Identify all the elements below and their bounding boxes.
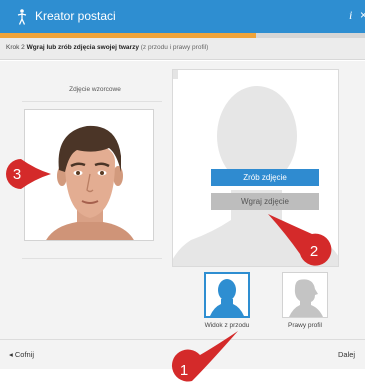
- upload-photo-button[interactable]: Wgraj zdjęcie: [211, 193, 319, 210]
- step-bar: Krok 2 Wgraj lub zrób zdjęcia swojej twa…: [0, 38, 365, 60]
- frame-corner-marker: [173, 70, 178, 79]
- reference-photo-label: Zdjęcie wzorcowe: [69, 86, 121, 93]
- callout-number-1: 1: [180, 362, 188, 379]
- step-number: Krok 2: [6, 44, 25, 51]
- back-button[interactable]: ◂ Cofnij: [9, 350, 34, 359]
- chevron-left-icon: ◂: [9, 350, 13, 359]
- next-button[interactable]: Dalej: [338, 350, 355, 359]
- front-head-icon: [206, 274, 248, 316]
- step-instruction: Wgraj lub zrób zdjęcia swojej twarzy: [26, 44, 139, 51]
- view-profile-thumbnail[interactable]: [282, 272, 328, 318]
- profile-head-icon: [283, 273, 327, 317]
- divider: [22, 101, 162, 102]
- window-title: Kreator postaci: [35, 9, 116, 23]
- take-photo-button[interactable]: Zrób zdjęcie: [211, 169, 319, 186]
- title-bar: Kreator postaci i ×: [0, 0, 365, 33]
- callout-marker-2: 2: [268, 214, 332, 266]
- info-icon[interactable]: i: [349, 8, 359, 23]
- callout-marker-3: 3: [6, 159, 51, 189]
- person-icon: [17, 9, 27, 25]
- view-front-thumbnail[interactable]: [204, 272, 250, 318]
- view-profile-label: Prawy profil: [288, 322, 322, 329]
- step-hint: (z przodu i prawy profil): [140, 44, 209, 51]
- step-text: Krok 2 Wgraj lub zrób zdjęcia swojej twa…: [6, 44, 208, 51]
- divider: [22, 258, 162, 259]
- back-button-label: Cofnij: [14, 350, 35, 359]
- callout-marker-1: 1: [171, 331, 238, 382]
- close-icon[interactable]: ×: [360, 8, 365, 22]
- callout-number-3: 3: [13, 166, 21, 183]
- view-front-label: Widok z przodu: [204, 322, 250, 329]
- callout-number-2: 2: [310, 243, 318, 260]
